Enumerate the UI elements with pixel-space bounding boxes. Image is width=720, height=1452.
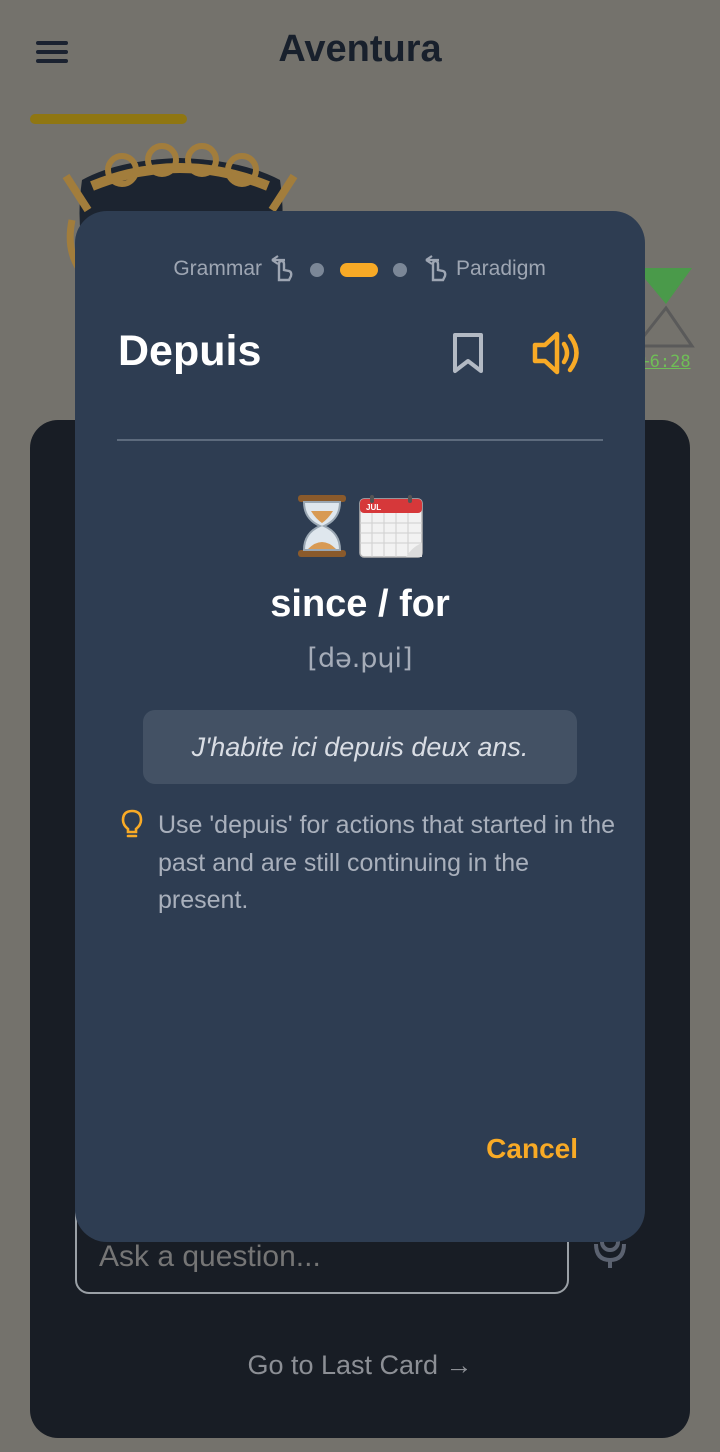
word-phonetic: [də.pɥi] bbox=[307, 643, 413, 674]
pager-dot-active bbox=[340, 263, 378, 277]
progress-fill bbox=[30, 114, 187, 124]
cancel-button[interactable]: Cancel bbox=[486, 1133, 578, 1165]
word-title: Depuis bbox=[118, 327, 262, 375]
example-sentence: J'habite ici depuis deux ans. bbox=[143, 710, 577, 784]
word-card-modal: Grammar Paradigm Depuis JUL since / for … bbox=[75, 211, 645, 1242]
speaker-icon[interactable] bbox=[531, 329, 587, 377]
pager-dot bbox=[310, 263, 324, 277]
bookmark-icon[interactable] bbox=[450, 331, 486, 375]
lightbulb-icon bbox=[121, 809, 143, 838]
card-pager: Grammar Paradigm bbox=[75, 254, 645, 284]
svg-text:JUL: JUL bbox=[366, 503, 381, 512]
word-emoji: JUL bbox=[75, 493, 645, 561]
calendar-emoji: JUL bbox=[359, 495, 423, 558]
app-bar: Aventura bbox=[0, 0, 720, 110]
swipe-left-icon bbox=[271, 255, 293, 282]
pager-dot bbox=[393, 263, 407, 277]
usage-tip: Use 'depuis' for actions that started in… bbox=[158, 811, 616, 914]
swipe-right-icon bbox=[425, 255, 447, 282]
go-to-last-card-link[interactable]: Go to Last Card → bbox=[30, 1350, 690, 1381]
progress-bar bbox=[30, 114, 187, 124]
pager-label-paradigm[interactable]: Paradigm bbox=[456, 257, 546, 281]
app-title: Aventura bbox=[278, 28, 442, 70]
word-translation: since / for bbox=[270, 583, 450, 625]
divider bbox=[117, 439, 603, 441]
pager-label-grammar[interactable]: Grammar bbox=[173, 257, 262, 281]
hourglass-emoji bbox=[298, 495, 346, 557]
